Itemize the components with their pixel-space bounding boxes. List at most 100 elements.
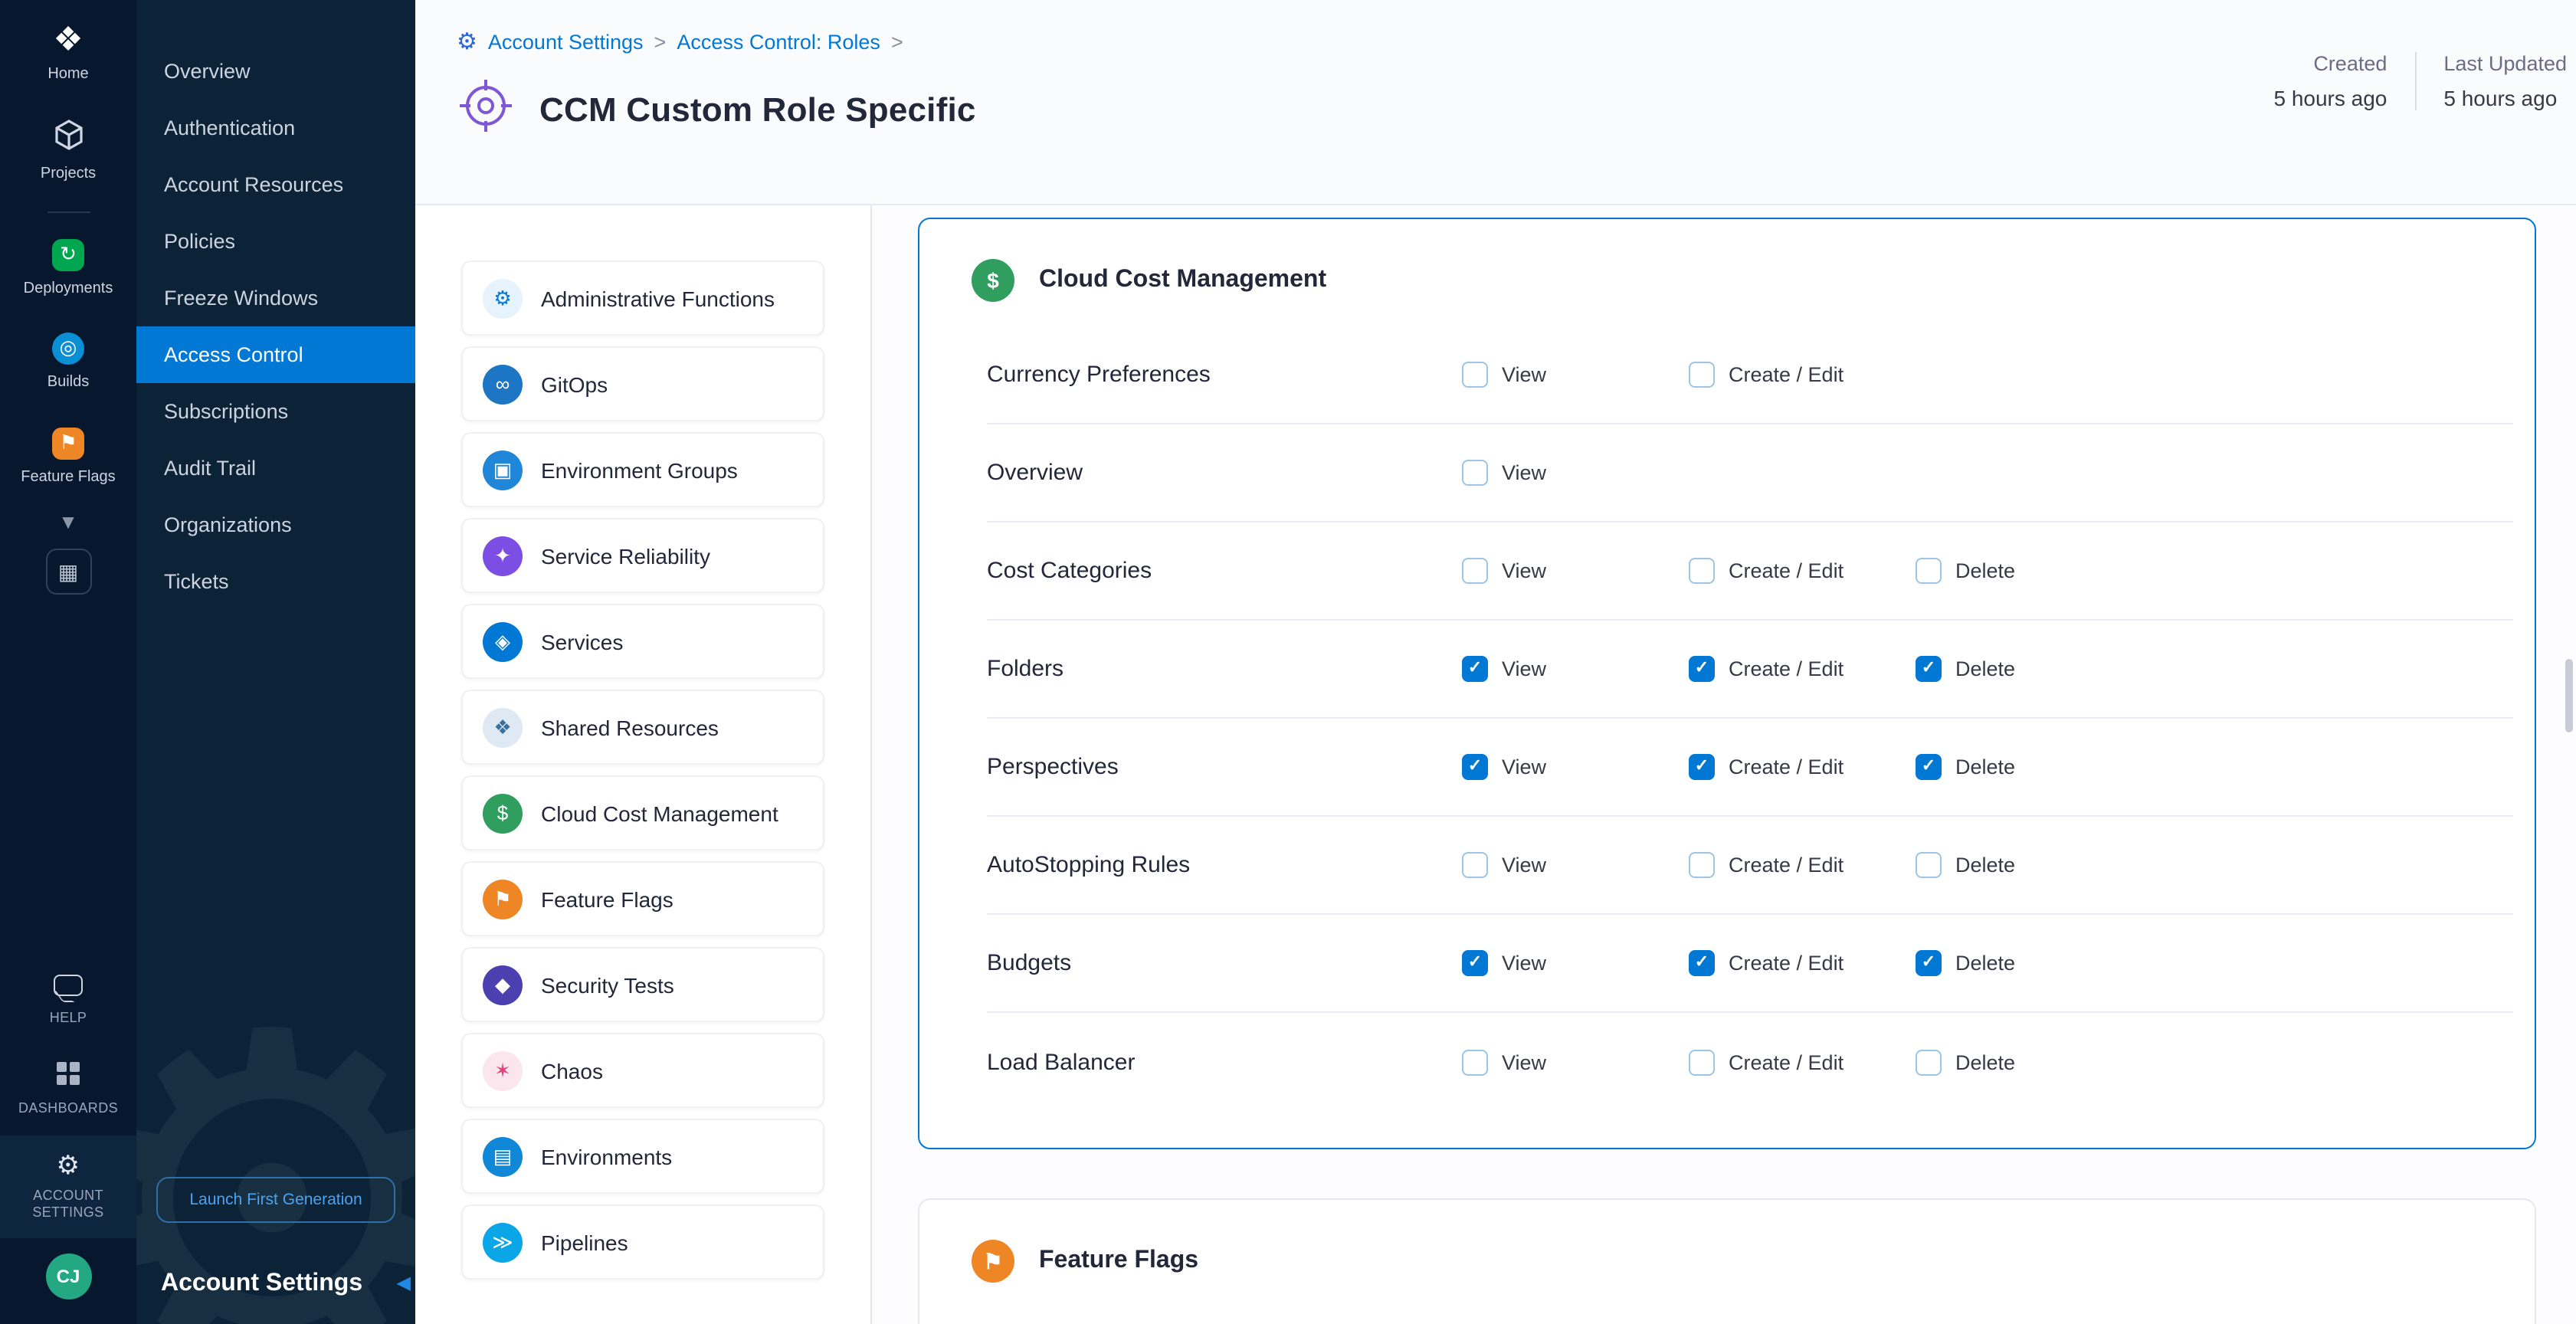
checkbox-view[interactable]: [1462, 950, 1488, 976]
cloud-cost-management-icon: $: [972, 259, 1014, 302]
nav-account-settings[interactable]: ⚙ ACCOUNT SETTINGS: [0, 1135, 136, 1238]
sidebar-item-authentication[interactable]: Authentication: [136, 100, 415, 156]
launch-first-generation-button[interactable]: Launch First Generation: [156, 1177, 395, 1223]
permission-cell: View: [1462, 754, 1689, 780]
resource-item-environment-groups[interactable]: ▣ Environment Groups: [461, 432, 824, 507]
checkbox-delete[interactable]: [1916, 656, 1942, 682]
checkbox-view[interactable]: [1462, 460, 1488, 486]
permission-cell: Delete: [1916, 754, 2142, 780]
checkbox-create-edit[interactable]: [1689, 656, 1715, 682]
resource-item-gitops[interactable]: ∞GitOps: [461, 346, 824, 421]
checkbox-view[interactable]: [1462, 656, 1488, 682]
checkbox-view[interactable]: [1462, 1049, 1488, 1075]
permission-cell: Create / Edit: [1689, 558, 1916, 584]
resource-list: ⚙Administrative Functions ∞GitOps ▣ Environ…: [461, 261, 824, 1280]
resource-item-cloud-cost-management[interactable]: $Cloud Cost Management: [461, 775, 824, 850]
checkbox-label: Delete: [1955, 1050, 2015, 1073]
checkbox-delete[interactable]: [1916, 950, 1942, 976]
nav-feature-flags[interactable]: ⚑ Feature Flags: [0, 410, 136, 504]
nav-builds[interactable]: ◎ Builds: [0, 316, 136, 410]
feature-flags-icon: ⚑: [972, 1240, 1014, 1283]
grid-icon: ▦: [58, 559, 78, 585]
checkbox-create-edit[interactable]: [1689, 558, 1715, 584]
permission-cell: Delete: [1916, 852, 2142, 878]
resource-item-service-reliability[interactable]: ✦Service Reliability: [461, 518, 824, 593]
permission-cell: Create / Edit: [1689, 852, 1916, 878]
checkbox-label: Delete: [1955, 657, 2015, 680]
breadcrumb-roles[interactable]: Access Control: Roles: [677, 31, 880, 54]
nav-deployments[interactable]: ↻ Deployments: [0, 221, 136, 316]
sidebar-item-subscriptions[interactable]: Subscriptions: [136, 383, 415, 440]
breadcrumb: ⚙ Account Settings > Access Control: Rol…: [457, 31, 2576, 54]
checkbox-delete[interactable]: [1916, 1049, 1942, 1075]
sidebar-item-freeze-windows[interactable]: Freeze Windows: [136, 270, 415, 326]
permission-resource-label: Budgets: [987, 950, 1462, 976]
nav-help[interactable]: HELP: [0, 958, 136, 1044]
sidebar-item-access-control[interactable]: Access Control: [136, 326, 415, 383]
checkbox-view[interactable]: [1462, 754, 1488, 780]
sidebar-nav: OverviewAuthenticationAccount ResourcesP…: [136, 0, 415, 610]
resource-item-pipelines[interactable]: ≫Pipelines: [461, 1204, 824, 1280]
nav-dashboards[interactable]: DASHBOARDS: [0, 1044, 136, 1135]
checkbox-create-edit[interactable]: [1689, 1049, 1715, 1075]
checkbox-create-edit[interactable]: [1689, 950, 1715, 976]
resource-item-security-tests[interactable]: ◆Security Tests: [461, 947, 824, 1022]
collapse-sidebar-button[interactable]: ◀: [397, 1272, 411, 1293]
checkbox-delete[interactable]: [1916, 754, 1942, 780]
permissions-card-header: $ Cloud Cost Management: [919, 219, 2535, 326]
permission-row-load-balancer: Load BalancerViewCreate / EditDelete: [987, 1013, 2513, 1111]
created-block: Created 5 hours ago: [2246, 52, 2414, 110]
scrollbar-thumb[interactable]: [2565, 659, 2573, 732]
permission-cell: Delete: [1916, 1049, 2142, 1075]
permission-cell: Create / Edit: [1689, 656, 1916, 682]
checkbox-label: View: [1502, 854, 1546, 877]
resource-item-shared-resources[interactable]: ❖Shared Resources: [461, 690, 824, 765]
permission-cells: ViewCreate / EditDelete: [1462, 950, 2142, 976]
nav-account-settings-label: ACCOUNT SETTINGS: [5, 1187, 132, 1221]
sidebar-item-policies[interactable]: Policies: [136, 213, 415, 270]
permission-cell: Create / Edit: [1689, 1049, 1916, 1075]
sidebar-item-audit-trail[interactable]: Audit Trail: [136, 440, 415, 496]
checkbox-create-edit[interactable]: [1689, 754, 1715, 780]
permission-row-autostopping-rules: AutoStopping RulesViewCreate / EditDelet…: [987, 817, 2513, 915]
nav-home[interactable]: ❖ Home: [0, 6, 136, 102]
resource-item-environments[interactable]: ▤Environments: [461, 1119, 824, 1194]
checkbox-delete[interactable]: [1916, 852, 1942, 878]
content-area: ⚙Administrative Functions ∞GitOps ▣ Environ…: [415, 205, 2576, 1324]
user-avatar[interactable]: CJ: [45, 1254, 91, 1299]
sidebar-item-tickets[interactable]: Tickets: [136, 553, 415, 610]
sidebar-item-overview[interactable]: Overview: [136, 43, 415, 100]
checkbox-view[interactable]: [1462, 362, 1488, 388]
environment-groups-icon: ▣: [483, 450, 523, 490]
checkbox-delete[interactable]: [1916, 558, 1942, 584]
main-content: ⚙ Account Settings > Access Control: Rol…: [415, 0, 2576, 1324]
sidebar-item-organizations[interactable]: Organizations: [136, 496, 415, 553]
checkbox-create-edit[interactable]: [1689, 362, 1715, 388]
permission-cells: ViewCreate / Edit: [1462, 362, 1916, 388]
checkbox-label: Create / Edit: [1729, 1050, 1844, 1073]
permission-resource-label: Folders: [987, 656, 1462, 682]
account-settings-icon: ⚙: [457, 31, 477, 54]
resource-label: Environment Groups: [541, 457, 738, 482]
permission-resource-label: Perspectives: [987, 754, 1462, 780]
environments-icon: ▤: [483, 1136, 523, 1176]
checkbox-view[interactable]: [1462, 558, 1488, 584]
chevron-down-icon[interactable]: ▼: [58, 504, 78, 539]
checkbox-create-edit[interactable]: [1689, 852, 1715, 878]
resource-item-feature-flags[interactable]: ⚑Feature Flags: [461, 861, 824, 936]
nav-projects[interactable]: Projects: [0, 102, 136, 202]
checkbox-view[interactable]: [1462, 852, 1488, 878]
module-browser-button[interactable]: ▦: [45, 549, 91, 595]
resource-item-services[interactable]: ◈Services: [461, 604, 824, 679]
resource-item-administrative-functions[interactable]: ⚙Administrative Functions: [461, 261, 824, 336]
sidebar-item-account-resources[interactable]: Account Resources: [136, 156, 415, 213]
permission-cells: View: [1462, 460, 1689, 486]
settings-sidebar: ⚙ OverviewAuthenticationAccount Resource…: [136, 0, 415, 1324]
resource-label: Chaos: [541, 1058, 603, 1083]
resource-label: Shared Resources: [541, 715, 719, 739]
resource-item-chaos[interactable]: ✶Chaos: [461, 1033, 824, 1108]
module-rail: ❖ Home Projects ↻ Deployments ◎ Builds ⚑…: [0, 0, 136, 1324]
breadcrumb-account-settings[interactable]: Account Settings: [488, 31, 644, 54]
service-reliability-icon: ✦: [483, 536, 523, 575]
last-updated-label: Last Updated: [2443, 52, 2567, 75]
